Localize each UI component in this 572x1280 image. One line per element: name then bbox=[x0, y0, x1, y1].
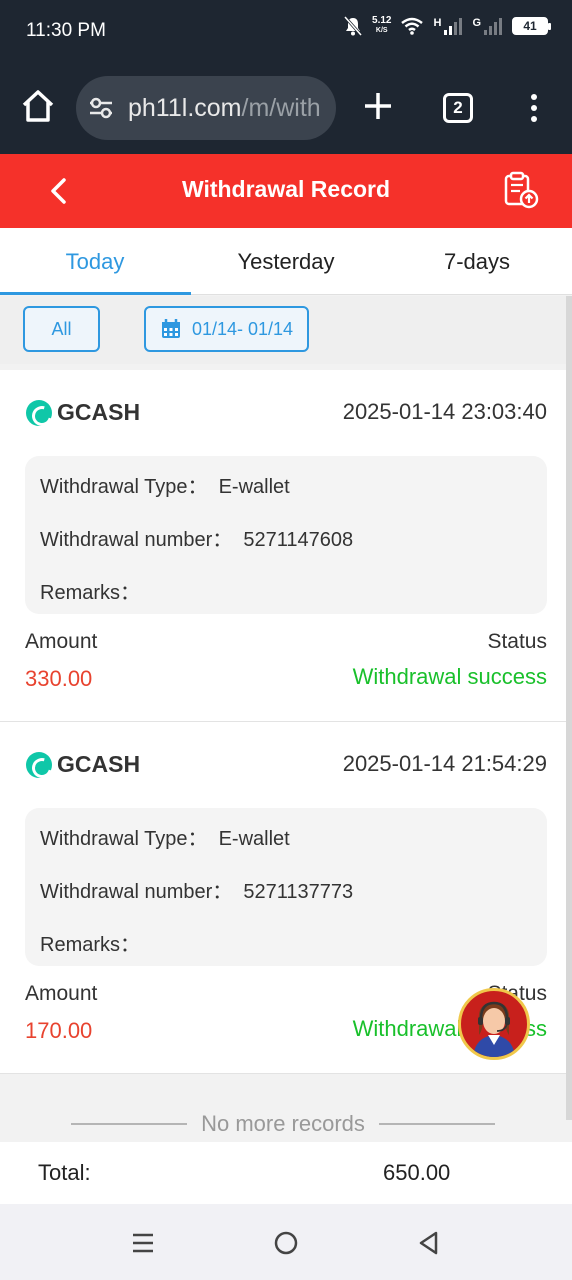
total-bar: Total: 650.00 bbox=[0, 1142, 572, 1204]
tab-count: 2 bbox=[453, 98, 463, 117]
amount-label: Amount bbox=[25, 630, 98, 653]
amount-value: 170.00 bbox=[25, 1018, 93, 1043]
record-method: GCASH bbox=[57, 751, 141, 777]
back-triangle-icon[interactable] bbox=[416, 1230, 442, 1256]
net-speed-value: 5.12 bbox=[372, 15, 392, 26]
gcash-logo-icon bbox=[26, 400, 52, 426]
tune-icon[interactable] bbox=[88, 96, 114, 120]
net-speed-unit: K/S bbox=[375, 27, 388, 34]
wifi-icon bbox=[401, 17, 424, 35]
url-path: /m/with bbox=[241, 94, 321, 122]
signal-1-icon: H bbox=[433, 17, 463, 35]
divider bbox=[378, 1123, 495, 1125]
app-header: Withdrawal Record bbox=[0, 154, 572, 228]
support-agent-icon[interactable] bbox=[458, 988, 530, 1060]
url-text[interactable]: ph11l.com/m/with bbox=[128, 94, 324, 123]
system-nav-bar bbox=[0, 1204, 572, 1280]
no-more-records: No more records bbox=[0, 1104, 566, 1144]
record-method: GCASH bbox=[57, 399, 141, 425]
date-range-label: 01/14- 01/14 bbox=[191, 318, 294, 339]
tab-bar: Today Yesterday 7-days bbox=[0, 228, 572, 295]
net-speed: 5.12 K/S bbox=[372, 16, 391, 36]
tab-today[interactable]: Today bbox=[0, 228, 190, 295]
home-icon[interactable] bbox=[20, 88, 56, 124]
list-item: GCASH 2025-01-14 23:03:40 Withdrawal Typ… bbox=[0, 370, 566, 722]
signal-1-label: H bbox=[433, 17, 442, 29]
record-datetime: 2025-01-14 23:03:40 bbox=[342, 399, 547, 424]
record-details: Withdrawal Type： E-wallet Withdrawal num… bbox=[25, 456, 547, 614]
withdrawal-number: Withdrawal number： 5271137773 bbox=[40, 881, 354, 903]
status-value: Withdrawal success bbox=[352, 664, 547, 689]
filter-all-button[interactable]: All bbox=[23, 306, 100, 352]
battery-icon: 41 bbox=[512, 17, 551, 35]
tabs-icon[interactable]: 2 bbox=[443, 93, 473, 123]
scrollbar[interactable] bbox=[566, 296, 572, 1120]
withdrawal-type: Withdrawal Type： E-wallet bbox=[40, 476, 290, 498]
gcash-logo-icon bbox=[26, 752, 52, 778]
record-details: Withdrawal Type： E-wallet Withdrawal num… bbox=[25, 808, 547, 966]
plus-icon[interactable] bbox=[362, 90, 394, 122]
withdrawal-type: Withdrawal Type： E-wallet bbox=[40, 828, 290, 850]
status-icons: 5.12 K/S H G 41 bbox=[344, 16, 551, 36]
browser-toolbar: ph11l.com/m/with 2 bbox=[0, 76, 572, 140]
record-list: GCASH 2025-01-14 23:03:40 Withdrawal Typ… bbox=[0, 370, 566, 1074]
withdrawal-number: Withdrawal number： 5271147608 bbox=[40, 529, 354, 551]
battery-level: 41 bbox=[523, 19, 537, 33]
divider bbox=[71, 1123, 188, 1125]
date-range-button[interactable]: 01/14- 01/14 bbox=[144, 306, 309, 352]
amount-label: Amount bbox=[25, 982, 98, 1005]
tab-yesterday[interactable]: Yesterday bbox=[191, 228, 381, 295]
upload-record-icon[interactable] bbox=[500, 170, 540, 210]
signal-2-label: G bbox=[472, 17, 481, 29]
remarks: Remarks： bbox=[40, 582, 141, 604]
no-more-text: No more records bbox=[201, 1111, 365, 1136]
home-circle-icon[interactable] bbox=[273, 1230, 299, 1256]
amount-value: 330.00 bbox=[25, 666, 93, 691]
record-datetime: 2025-01-14 21:54:29 bbox=[342, 751, 547, 776]
tab-indicator bbox=[0, 292, 191, 295]
url-domain: ph11l.com bbox=[128, 94, 242, 122]
more-vert-icon[interactable] bbox=[524, 92, 544, 124]
remarks: Remarks： bbox=[40, 934, 141, 956]
mute-bell-icon bbox=[344, 16, 363, 36]
filter-all-label: All bbox=[51, 318, 72, 339]
signal-2-icon: G bbox=[472, 17, 502, 35]
browser-chrome: 11:30 PM 5.12 K/S H G 41 ph11l.com/m/wit… bbox=[0, 0, 572, 154]
tab-7-days[interactable]: 7-days bbox=[382, 228, 572, 295]
total-value: 650.00 bbox=[383, 1160, 451, 1185]
filter-row: All 01/14- 01/14 bbox=[0, 296, 566, 364]
url-bar[interactable]: ph11l.com/m/with bbox=[76, 76, 336, 140]
status-label: Status bbox=[487, 630, 547, 653]
page-title: Withdrawal Record bbox=[181, 176, 391, 202]
status-time: 11:30 PM bbox=[26, 20, 106, 41]
status-bar: 11:30 PM 5.12 K/S H G 41 bbox=[0, 0, 572, 62]
support-agent-graphic bbox=[473, 1001, 515, 1057]
calendar-icon bbox=[161, 319, 180, 338]
recents-icon[interactable] bbox=[130, 1230, 156, 1256]
total-label: Total: bbox=[38, 1160, 91, 1185]
